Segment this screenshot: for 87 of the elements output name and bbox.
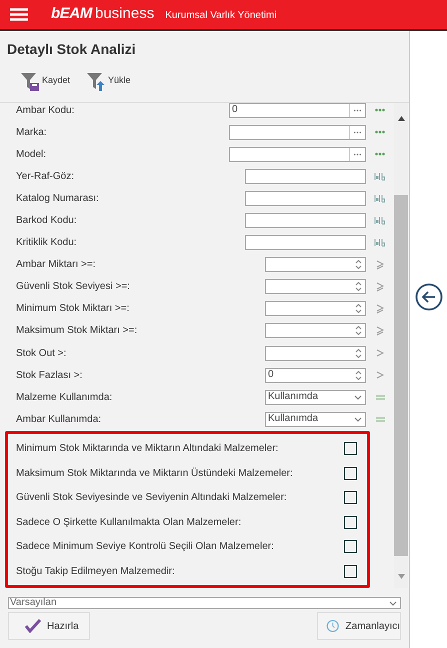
chevron-down-icon xyxy=(354,416,362,422)
field-label: Ambar Kodu: xyxy=(16,104,74,118)
greater-equal-icon xyxy=(376,260,384,270)
greater-equal-icon xyxy=(376,326,384,336)
field-label: Malzeme Kullanımda: xyxy=(16,390,112,405)
spinner-icon[interactable] xyxy=(354,281,363,292)
checkbox[interactable] xyxy=(344,564,357,578)
field-value: 0 xyxy=(267,370,274,380)
text-match-icon xyxy=(374,172,386,181)
checkbox[interactable] xyxy=(344,466,357,480)
chevron-down-icon xyxy=(389,600,397,606)
checkbox[interactable] xyxy=(344,442,357,456)
number-field[interactable] xyxy=(265,323,366,338)
greater-equal-icon xyxy=(376,304,384,314)
equals-icon xyxy=(376,416,384,422)
text-match-icon xyxy=(374,238,386,248)
field-label: Ambar Miktarı >=: xyxy=(16,258,96,272)
equals-icon xyxy=(376,394,384,400)
scroll-up-icon[interactable] xyxy=(398,116,404,121)
spinner-icon[interactable] xyxy=(354,259,363,270)
checkbox[interactable] xyxy=(344,540,357,554)
field-label: Stok Fazlası >: xyxy=(16,368,82,383)
field-label: Barkod Kodu: xyxy=(16,214,77,228)
greater-equal-icon xyxy=(376,282,384,292)
field-label: Maksimum Stok Miktarı >=: xyxy=(16,324,138,338)
field-label: Model: xyxy=(16,148,46,162)
option-label: Sadece O Şirkette Kullanılmakta Olan Malzemeler: xyxy=(16,516,242,530)
app-subtitle: Kurumsal Varlık Yönetimi xyxy=(165,9,277,24)
option-label: Güvenli Stok Seviyesinde ve Seviyenin Altındaki Malzemeler: xyxy=(16,491,287,506)
scrollbar-thumb[interactable] xyxy=(394,195,408,556)
scheduler-button[interactable]: Zamanlayıcı xyxy=(317,612,401,640)
load-button[interactable]: Yükle xyxy=(86,71,131,91)
greater-than-icon xyxy=(376,371,384,380)
field-label: Minimum Stok Miktarı >=: xyxy=(16,302,130,316)
filter-upload-icon xyxy=(86,71,106,91)
save-button[interactable]: Kaydet xyxy=(20,71,70,91)
field-value: 0 xyxy=(231,105,238,116)
checkbox[interactable] xyxy=(344,516,357,529)
prepare-button[interactable]: Hazırla xyxy=(8,612,90,640)
option-label: Maksimum Stok Miktarında ve Miktarın Üstündeki Malzemeler: xyxy=(16,466,293,481)
number-field[interactable] xyxy=(265,257,366,272)
scroll-down-icon[interactable] xyxy=(398,574,404,579)
greater-than-icon xyxy=(376,349,384,358)
dots-icon[interactable] xyxy=(375,152,385,156)
menu-icon[interactable] xyxy=(10,8,28,21)
field-value: Kullanımda xyxy=(267,392,318,402)
checkmark-icon xyxy=(25,619,41,633)
field-label: Marka: xyxy=(16,126,47,140)
lookup-field[interactable] xyxy=(229,146,366,162)
number-field[interactable] xyxy=(265,346,366,361)
number-field[interactable] xyxy=(265,279,366,294)
text-field[interactable] xyxy=(245,168,366,184)
field-label: Katalog Numarası: xyxy=(16,192,99,206)
option-label: Sadece Minimum Seviye Kontrolü Seçili Olan Malzemeler: xyxy=(16,540,274,554)
checkbox[interactable] xyxy=(344,491,357,504)
number-field[interactable] xyxy=(265,301,366,316)
field-label: Güvenli Stok Seviyesi >=: xyxy=(16,280,130,294)
number-field[interactable]: 0 xyxy=(265,368,366,383)
field-label: Yer-Raf-Göz: xyxy=(16,170,74,184)
page-title: Detaylı Stok Analizi xyxy=(7,40,137,59)
lookup-field[interactable]: 0 xyxy=(229,103,366,118)
field-value: Kullanımda xyxy=(267,414,318,424)
text-field[interactable] xyxy=(245,213,366,228)
spinner-icon[interactable] xyxy=(354,325,363,336)
text-match-icon xyxy=(374,216,386,226)
clock-icon xyxy=(326,618,340,634)
option-label: Minimum Stok Miktarında ve Miktarın Altındaki Malzemeler: xyxy=(16,442,278,456)
text-match-icon xyxy=(374,194,386,203)
text-field[interactable] xyxy=(245,235,366,250)
dots-icon[interactable] xyxy=(375,108,385,112)
brand-logo-suffix: business xyxy=(95,4,154,24)
spinner-icon[interactable] xyxy=(354,370,363,381)
field-label: Ambar Kullanımda: xyxy=(16,412,102,427)
brand-logo: bEAM xyxy=(51,4,92,24)
spinner-icon[interactable] xyxy=(354,303,363,314)
field-label: Stok Out >: xyxy=(16,346,66,361)
dropdown-field[interactable]: Kullanımda xyxy=(265,390,366,405)
field-label: Kritiklik Kodu: xyxy=(16,236,77,250)
filter-save-icon xyxy=(20,71,40,91)
option-label: Stoğu Takip Edilmeyen Malzemedir: xyxy=(16,564,175,579)
preset-dropdown[interactable]: Varsayılan xyxy=(8,597,401,609)
dots-icon[interactable] xyxy=(375,130,385,134)
dropdown-field[interactable]: Kullanımda xyxy=(265,412,366,427)
spinner-icon[interactable] xyxy=(354,348,363,359)
text-field[interactable] xyxy=(245,190,366,206)
chevron-down-icon xyxy=(354,394,362,400)
lookup-field[interactable] xyxy=(229,124,366,140)
